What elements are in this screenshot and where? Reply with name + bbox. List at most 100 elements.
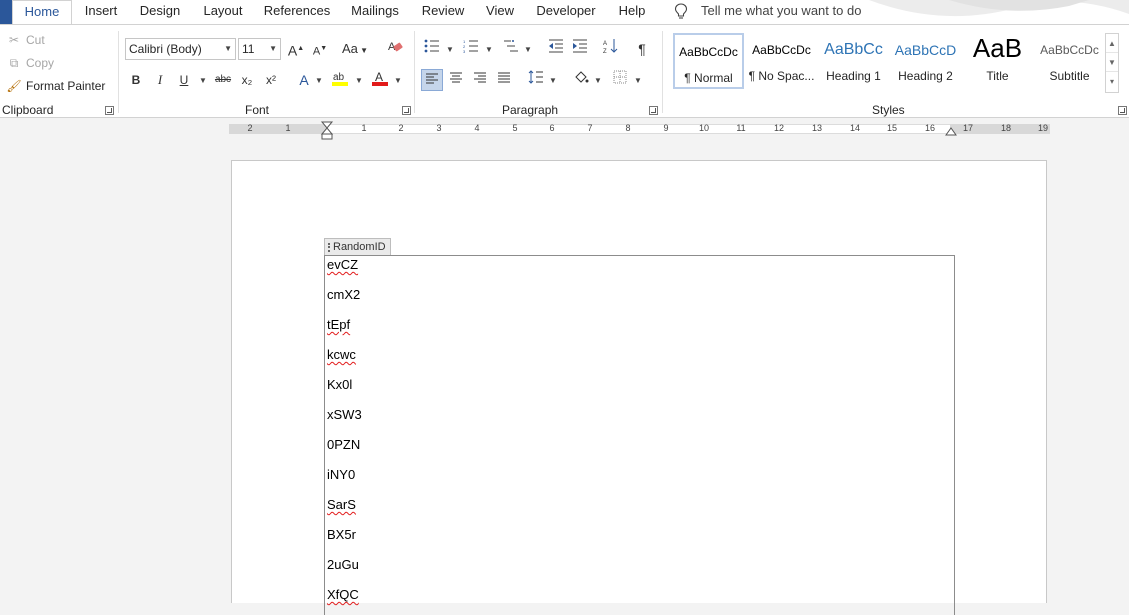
align-left-button[interactable] [421,69,443,91]
paragraph-line[interactable]: tEpf [327,317,350,332]
paragraph-line[interactable]: 2uGu [327,557,359,572]
paragraph-line[interactable]: evCZ [327,257,358,272]
justify-button[interactable] [493,69,515,91]
align-center-button[interactable] [445,69,467,91]
chevron-down-icon[interactable]: ▼ [485,45,493,54]
text-effects-button[interactable]: A [293,69,315,91]
tab-help[interactable]: Help [614,0,650,24]
tab-references[interactable]: References [262,0,332,24]
svg-text:A: A [375,70,383,84]
font-name-combo[interactable]: Calibri (Body) ▼ [125,38,236,60]
sort-button[interactable]: AZ [600,38,622,60]
font-color-button[interactable]: A [369,69,391,91]
paragraph-line[interactable]: BX5r [327,527,356,542]
styles-gallery[interactable]: AaBbCcDc ¶ Normal AaBbCcDc ¶ No Spac... … [671,31,1107,93]
format-painter-button[interactable]: 🖌 Format Painter [6,75,105,97]
align-right-button[interactable] [469,69,491,91]
borders-button[interactable] [609,69,631,91]
chevron-down-icon[interactable]: ▼ [394,76,402,85]
style-normal[interactable]: AaBbCcDc ¶ Normal [673,33,744,89]
chevron-down-icon[interactable]: ▼ [199,76,207,85]
chevron-down-icon[interactable]: ▼ [315,76,323,85]
paragraph-line[interactable]: SarS [327,497,356,512]
chevron-down-icon[interactable]: ▼ [634,76,642,85]
numbering-button[interactable]: 123 [460,38,482,60]
underline-button[interactable]: U [173,69,195,91]
ruler-number: 1 [285,123,291,133]
tab-layout[interactable]: Layout [198,0,248,24]
style-no-spacing[interactable]: AaBbCcDc ¶ No Spac... [746,33,817,89]
copy-button[interactable]: ⧉ Copy [6,52,54,74]
font-launcher-icon[interactable] [402,106,411,115]
tab-review[interactable]: Review [418,0,468,24]
content-control-box[interactable] [324,255,955,615]
styles-gallery-scroller[interactable]: ▲ ▼ ▾ [1105,33,1119,93]
highlighter-icon: ab [332,72,348,86]
increase-indent-button[interactable] [569,38,591,60]
strikethrough-button[interactable]: abc [212,69,234,91]
grow-font-button[interactable]: A▲ [285,38,307,60]
multilevel-list-icon [504,40,518,52]
subscript-button[interactable]: x₂ [236,69,258,91]
horizontal-ruler[interactable]: 2 1 1 2 3 4 5 6 7 8 9 10 11 12 13 14 15 … [0,119,1129,143]
paragraph-line[interactable]: kcwc [327,347,356,362]
chevron-down-icon[interactable]: ▼ [355,76,363,85]
expand-gallery-icon[interactable]: ▾ [1106,72,1118,91]
right-indent-marker-icon[interactable] [944,125,958,137]
tab-mailings[interactable]: Mailings [344,0,406,24]
numbered-list-icon: 123 [463,39,478,54]
scroll-up-icon[interactable]: ▲ [1106,34,1118,53]
svg-text:Z: Z [603,49,607,54]
scroll-down-icon[interactable]: ▼ [1106,53,1118,72]
ruler-number: 1 [361,123,367,133]
paragraph-line[interactable]: iNY0 [327,467,355,482]
content-control-tag[interactable]: RandomID [324,238,391,256]
chevron-down-icon[interactable]: ▼ [524,45,532,54]
tab-design[interactable]: Design [135,0,185,24]
paragraph-line[interactable]: XfQC [327,587,359,602]
scissors-icon: ✂ [8,33,20,47]
font-size-combo[interactable]: 11 ▼ [238,38,281,60]
paragraph-launcher-icon[interactable] [649,106,658,115]
ruler-number: 16 [924,123,936,133]
clipboard-group-label: Clipboard [2,103,54,117]
style-subtitle[interactable]: AaBbCcDc Subtitle [1034,33,1105,89]
clipboard-launcher-icon[interactable] [105,106,114,115]
file-tab-edge[interactable] [0,0,12,24]
line-spacing-button[interactable] [525,69,547,91]
chevron-down-icon[interactable]: ▼ [446,45,454,54]
cut-button[interactable]: ✂ Cut [6,29,45,51]
tab-insert[interactable]: Insert [79,0,123,24]
bullets-button[interactable] [421,38,443,60]
ruler-number: 7 [587,123,593,133]
style-heading-1[interactable]: AaBbCc Heading 1 [818,33,889,89]
bold-button[interactable]: B [125,69,147,91]
paragraph-line[interactable]: xSW3 [327,407,362,422]
line-spacing-icon [528,70,543,84]
chevron-down-icon[interactable]: ▼ [549,76,557,85]
tab-view[interactable]: View [482,0,518,24]
paragraph-line[interactable]: 0PZN [327,437,360,452]
show-formatting-marks-button[interactable]: ¶ [631,38,653,60]
style-heading-2[interactable]: AaBbCcD Heading 2 [890,33,961,89]
shrink-font-button[interactable]: A▼ [309,38,331,60]
highlight-button[interactable]: ab [329,69,351,91]
tab-home[interactable]: Home [12,0,72,25]
change-case-button[interactable]: Aa ▼ [339,38,371,60]
paragraph-line[interactable]: Kx0l [327,377,352,392]
clear-formatting-button[interactable]: A [384,38,406,60]
shading-button[interactable] [570,69,592,91]
multilevel-list-button[interactable] [500,38,522,60]
paragraph-line[interactable]: cmX2 [327,287,360,302]
style-title[interactable]: AaB Title [962,33,1033,89]
superscript-button[interactable]: x² [260,69,282,91]
tab-developer[interactable]: Developer [533,0,599,24]
ribbon-tab-bar: Home Insert Design Layout References Mai… [0,0,1129,25]
indent-markers-icon[interactable] [320,119,334,141]
paintbrush-icon: 🖌 [6,79,22,93]
chevron-down-icon[interactable]: ▼ [594,76,602,85]
styles-launcher-icon[interactable] [1118,106,1127,115]
ruler-number: 9 [663,123,669,133]
italic-button[interactable]: I [149,69,171,91]
decrease-indent-button[interactable] [545,38,567,60]
